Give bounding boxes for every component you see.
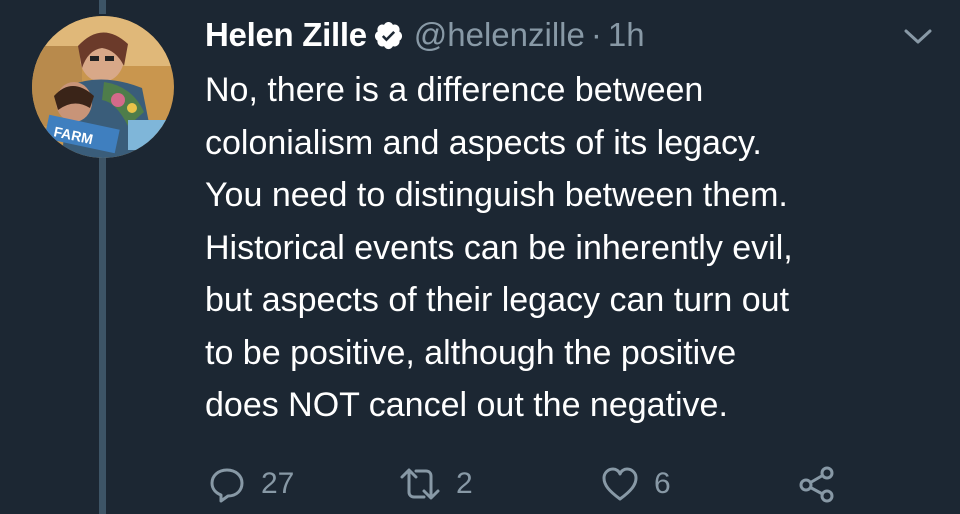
tweet-text-line: colonialism and aspects of its legacy. [205,123,762,162]
reply-icon [210,468,244,503]
reply-count: 27 [261,467,295,500]
reply-button[interactable]: 27 [207,462,294,506]
verified-badge-icon [373,20,404,51]
tweet-text-line: You need to distinguish between them. [205,176,788,214]
tweet-text-line: to be positive, although the positive [205,333,737,372]
chevron-down-icon[interactable] [900,26,936,48]
separator-dot: · [590,16,602,53]
avatar-image: FARM [32,16,174,158]
author-name[interactable]: Helen Zille [205,16,367,54]
avatar[interactable]: FARM [32,16,174,158]
retweet-icon [400,468,440,500]
share-icon [799,466,834,503]
retweet-button[interactable]: 2 [398,462,473,506]
tweet-text-line: but aspects of their legacy can turn out [205,281,790,319]
share-button[interactable] [797,462,837,506]
like-count: 6 [654,467,671,500]
like-button[interactable]: 6 [600,462,671,506]
tweet-text: No, there is a difference between coloni… [205,64,945,432]
tweet-text-line: does NOT cancel out the negative. [205,386,728,424]
tweet-text-line: Historical events can be inherently evil… [205,228,793,267]
author-handle[interactable]: @helenzille [414,16,585,54]
thread-line-bottom [99,150,106,514]
timestamp[interactable]: 1h [608,16,645,54]
retweet-count: 2 [456,467,473,500]
tweet-header: Helen Zille @helenzille · 1h [205,12,645,58]
thread-line-top [99,0,106,14]
tweet-text-line: No, there is a difference between [205,71,704,109]
heart-icon [602,467,638,501]
